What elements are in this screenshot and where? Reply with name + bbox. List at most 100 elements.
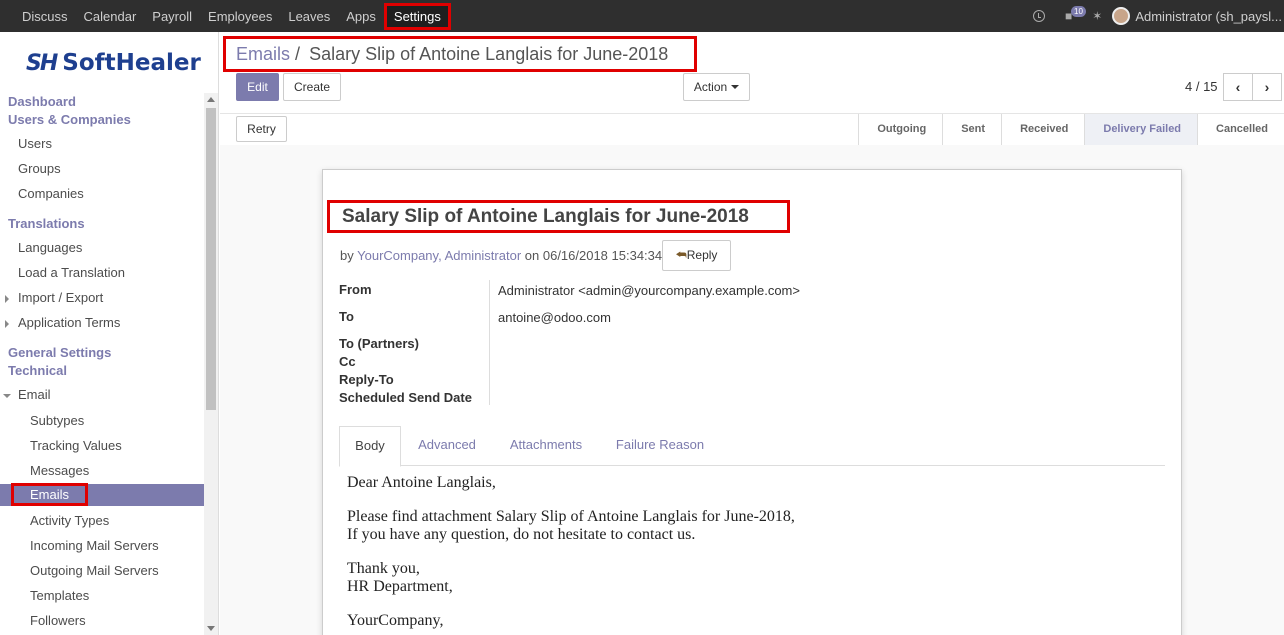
retry-button[interactable]: Retry: [236, 116, 287, 142]
sidebar-item-label: Application Terms: [18, 315, 121, 330]
sidebar-item-users[interactable]: Users: [0, 133, 52, 155]
body-line-2: If you have any question, do not hesitat…: [347, 526, 696, 543]
user-menu[interactable]: Administrator (sh_paysl...: [1135, 9, 1282, 24]
sidebar-item-incoming-mail-servers[interactable]: Incoming Mail Servers: [0, 535, 159, 557]
sidebar-item-outgoing-mail-servers[interactable]: Outgoing Mail Servers: [0, 560, 159, 582]
reply-button[interactable]: ⮪Reply: [662, 240, 731, 271]
bug-icon[interactable]: ✶: [1092, 9, 1102, 23]
email-subject: Salary Slip of Antoine Langlais for June…: [327, 200, 790, 233]
status-bar: Retry Outgoing Sent Received Delivery Fa…: [220, 113, 1284, 145]
action-dropdown[interactable]: Action: [683, 73, 750, 101]
pager-next-button[interactable]: ›: [1252, 73, 1282, 101]
tab-advanced[interactable]: Advanced: [405, 426, 489, 466]
breadcrumb: Emails / Salary Slip of Antoine Langlais…: [223, 36, 697, 72]
notebook-tabs: Body Advanced Attachments Failure Reason: [339, 426, 1165, 467]
breadcrumb-emails-link[interactable]: Emails: [236, 44, 290, 64]
clock-icon[interactable]: [1033, 10, 1046, 22]
sidebar-item-application-terms[interactable]: Application Terms: [0, 312, 120, 334]
stage-cancelled[interactable]: Cancelled: [1197, 114, 1284, 145]
menu-leaves[interactable]: Leaves: [280, 9, 338, 24]
stage-outgoing[interactable]: Outgoing: [858, 114, 942, 145]
caret-right-icon: [5, 295, 9, 303]
company-logo: SH SoftHealer: [26, 50, 201, 76]
body-company: YourCompany,: [347, 612, 444, 629]
reply-icon: ⮪: [675, 248, 687, 262]
menu-discuss[interactable]: Discuss: [14, 9, 76, 24]
sidebar-item-import-export[interactable]: Import / Export: [0, 287, 103, 309]
logo-mark: SH: [26, 50, 58, 76]
menu-employees[interactable]: Employees: [200, 9, 280, 24]
main-content: Emails / Salary Slip of Antoine Langlais…: [220, 32, 1284, 635]
reply-label: Reply: [686, 248, 718, 262]
field-label-scheduled-send-date: Scheduled Send Date: [339, 390, 472, 405]
stage-list: Outgoing Sent Received Delivery Failed C…: [858, 114, 1284, 146]
avatar[interactable]: [1112, 7, 1131, 25]
scrollbar-thumb[interactable]: [206, 108, 216, 410]
chat-icon[interactable]: ■ 10: [1065, 6, 1086, 23]
sidebar-item-load-translation[interactable]: Load a Translation: [0, 262, 125, 284]
body-thanks: Thank you,: [347, 560, 420, 577]
app-menu: Discuss Calendar Payroll Employees Leave…: [14, 0, 451, 32]
pager-value[interactable]: 4 / 15: [1185, 73, 1218, 101]
tab-failure-reason[interactable]: Failure Reason: [603, 426, 717, 466]
sidebar-item-templates[interactable]: Templates: [0, 585, 89, 607]
sidebar: SH SoftHealer Dashboard Users & Companie…: [0, 32, 219, 635]
menu-apps[interactable]: Apps: [338, 9, 384, 24]
body-greeting: Dear Antoine Langlais,: [347, 474, 496, 491]
field-label-cc: Cc: [339, 354, 356, 369]
email-date: on 06/16/2018 15:34:34: [524, 248, 663, 263]
sidebar-item-messages[interactable]: Messages: [0, 460, 89, 482]
scroll-up-icon[interactable]: [207, 97, 215, 102]
tab-attachments[interactable]: Attachments: [495, 426, 597, 466]
field-divider: [489, 280, 490, 405]
author-link[interactable]: YourCompany, Administrator: [357, 248, 521, 263]
sidebar-scrollbar[interactable]: [204, 93, 218, 635]
body-line-1: Please find attachment Salary Slip of An…: [347, 508, 795, 525]
sidebar-item-activity-types[interactable]: Activity Types: [0, 510, 109, 532]
create-button[interactable]: Create: [283, 73, 341, 101]
caret-down-icon: [731, 85, 740, 89]
caret-down-icon: [3, 394, 11, 398]
sidebar-item-users-companies[interactable]: Users & Companies: [0, 109, 131, 131]
field-value-to: antoine@odoo.com: [498, 310, 611, 325]
menu-calendar[interactable]: Calendar: [76, 9, 145, 24]
sidebar-item-label: Email: [18, 387, 51, 402]
form-sheet: Salary Slip of Antoine Langlais for June…: [322, 169, 1182, 635]
sidebar-item-tracking-values[interactable]: Tracking Values: [0, 435, 122, 457]
sidebar-item-followers[interactable]: Followers: [0, 610, 86, 632]
breadcrumb-separator: /: [295, 44, 301, 64]
sidebar-item-languages[interactable]: Languages: [0, 237, 82, 259]
settings-menu: Dashboard Users & Companies Users Groups…: [0, 91, 204, 635]
sidebar-item-technical[interactable]: Technical: [0, 360, 67, 382]
stage-delivery-failed[interactable]: Delivery Failed: [1084, 114, 1198, 145]
sidebar-item-companies[interactable]: Companies: [0, 183, 84, 205]
sidebar-item-subtypes[interactable]: Subtypes: [0, 410, 84, 432]
tab-body[interactable]: Body: [339, 426, 401, 467]
menu-payroll[interactable]: Payroll: [144, 9, 200, 24]
caret-right-icon: [5, 320, 9, 328]
pager-previous-button[interactable]: ‹: [1223, 73, 1253, 101]
logo-word: SoftHealer: [62, 50, 201, 76]
scroll-down-icon[interactable]: [207, 626, 215, 631]
sidebar-item-translations[interactable]: Translations: [0, 213, 85, 235]
control-panel: Emails / Salary Slip of Antoine Langlais…: [220, 32, 1284, 145]
stage-sent[interactable]: Sent: [942, 114, 1001, 145]
field-label-to-partners: To (Partners): [339, 336, 419, 351]
email-byline: by YourCompany, Administrator on 06/16/2…: [340, 248, 662, 263]
edit-button[interactable]: Edit: [236, 73, 279, 101]
sidebar-item-email[interactable]: Email: [0, 384, 51, 406]
menu-settings[interactable]: Settings: [383, 2, 451, 30]
stage-received[interactable]: Received: [1001, 114, 1084, 145]
field-label-from: From: [339, 282, 372, 297]
top-navbar: Discuss Calendar Payroll Employees Leave…: [0, 0, 1284, 32]
field-value-from: Administrator <admin@yourcompany.example…: [498, 283, 800, 298]
sidebar-item-emails[interactable]: Emails: [0, 483, 204, 506]
body-department: HR Department,: [347, 578, 453, 595]
sidebar-item-label: Emails: [10, 483, 89, 506]
breadcrumb-current: Salary Slip of Antoine Langlais for June…: [309, 44, 669, 64]
action-label: Action: [693, 80, 728, 94]
field-label-to: To: [339, 309, 354, 324]
by-prefix: by: [340, 248, 354, 263]
sidebar-item-groups[interactable]: Groups: [0, 158, 61, 180]
systray: ■ 10 ✶ Administrator (sh_paysl...: [1023, 0, 1284, 32]
